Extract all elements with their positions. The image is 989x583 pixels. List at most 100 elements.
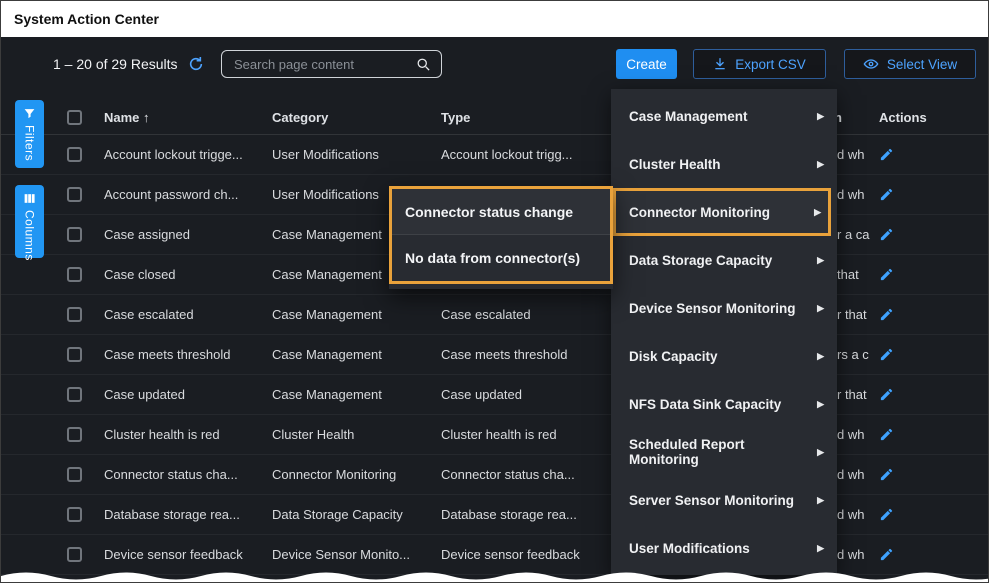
menu-item-device-sensor-monitoring[interactable]: Device Sensor Monitoring ▶ <box>611 284 837 332</box>
edit-pencil-icon[interactable] <box>879 507 894 522</box>
table-row: Device sensor feedback Device Sensor Mon… <box>1 535 988 575</box>
cell-name: Database storage rea... <box>104 495 240 535</box>
column-header-actions: Actions <box>879 101 927 135</box>
row-checkbox[interactable] <box>67 387 82 402</box>
cell-name: Account lockout trigge... <box>104 135 243 175</box>
search-input[interactable] <box>222 57 416 72</box>
column-header-category[interactable]: Category <box>272 101 328 135</box>
row-checkbox[interactable] <box>67 187 82 202</box>
search-icon[interactable] <box>416 57 431 72</box>
edit-pencil-icon[interactable] <box>879 547 894 562</box>
edit-pencil-icon[interactable] <box>879 307 894 322</box>
chevron-right-icon: ▶ <box>817 303 824 314</box>
sidebar-tab-filters[interactable]: Filters <box>15 100 44 168</box>
columns-icon <box>23 192 36 205</box>
sidebar-tab-columns[interactable]: Columns <box>15 185 44 258</box>
table-row: Connector status cha... Connector Monito… <box>1 455 988 495</box>
cell-category: Case Management <box>272 335 382 375</box>
row-checkbox[interactable] <box>67 427 82 442</box>
main-area: 1 – 20 of 29 Results Create Export CSV <box>1 37 988 582</box>
row-checkbox[interactable] <box>67 507 82 522</box>
edit-pencil-icon[interactable] <box>879 147 894 162</box>
menu-item-case-management[interactable]: Case Management ▶ <box>611 92 837 140</box>
menu-item-cluster-health[interactable]: Cluster Health ▶ <box>611 140 837 188</box>
sidebar-tab-label: Filters <box>23 125 37 161</box>
filter-icon <box>23 107 36 120</box>
cell-description-fragment: rs a c <box>837 335 869 375</box>
cell-category: Case Management <box>272 295 382 335</box>
cell-name: Case escalated <box>104 295 194 335</box>
cell-type: Account lockout trigg... <box>441 135 573 175</box>
menu-item-user-modifications[interactable]: User Modifications ▶ <box>611 524 837 572</box>
table-row: Account lockout trigge... User Modificat… <box>1 135 988 175</box>
cell-type: Case meets threshold <box>441 335 567 375</box>
menu-item-server-sensor-monitoring[interactable]: Server Sensor Monitoring ▶ <box>611 476 837 524</box>
edit-pencil-icon[interactable] <box>879 427 894 442</box>
select-view-button[interactable]: Select View <box>844 49 976 79</box>
chevron-right-icon: ▶ <box>817 543 824 554</box>
chevron-right-icon: ▶ <box>817 399 824 410</box>
menu-item-nfs-data-sink-capacity[interactable]: NFS Data Sink Capacity ▶ <box>611 380 837 428</box>
edit-pencil-icon[interactable] <box>879 387 894 402</box>
table-row: Case updated Case Management Case update… <box>1 375 988 415</box>
menu-item-disk-capacity[interactable]: Disk Capacity ▶ <box>611 332 837 380</box>
search-box <box>221 50 442 78</box>
cell-type: Connector status cha... <box>441 455 575 495</box>
row-checkbox[interactable] <box>67 147 82 162</box>
cell-description-fragment: that <box>837 255 859 295</box>
cell-description-fragment: r that <box>837 295 867 335</box>
create-submenu-connector-monitoring: Connector status change No data from con… <box>389 186 613 289</box>
row-checkbox[interactable] <box>67 547 82 562</box>
refresh-icon[interactable] <box>188 56 204 77</box>
edit-pencil-icon[interactable] <box>879 227 894 242</box>
chevron-right-icon: ▶ <box>817 159 824 170</box>
cell-description-fragment: d wh <box>837 455 864 495</box>
chevron-right-icon: ▶ <box>817 255 824 266</box>
cell-type: Cluster health is red <box>441 415 557 455</box>
cell-description-fragment: r a ca <box>837 215 870 255</box>
create-menu: Case Management ▶ Cluster Health ▶ Conne… <box>611 89 837 575</box>
menu-item-connector-monitoring[interactable]: Connector Monitoring ▶ <box>613 188 831 236</box>
edit-pencil-icon[interactable] <box>879 467 894 482</box>
edit-pencil-icon[interactable] <box>879 267 894 282</box>
eye-icon <box>863 56 879 72</box>
highlight-frame: Connector status change No data from con… <box>389 186 613 284</box>
download-icon <box>713 57 727 71</box>
cell-description-fragment: d wh <box>837 495 864 535</box>
cell-name: Connector status cha... <box>104 455 238 495</box>
edit-pencil-icon[interactable] <box>879 347 894 362</box>
cell-category: Case Management <box>272 255 382 295</box>
menu-item-data-storage-capacity[interactable]: Data Storage Capacity ▶ <box>611 236 837 284</box>
cell-category: Connector Monitoring <box>272 455 396 495</box>
table-row: Cluster health is red Cluster Health Clu… <box>1 415 988 455</box>
cell-type: Device sensor feedback <box>441 535 580 575</box>
submenu-item-no-data-from-connectors[interactable]: No data from connector(s) <box>392 235 610 281</box>
cell-name: Case updated <box>104 375 185 415</box>
row-checkbox[interactable] <box>67 267 82 282</box>
cell-description-fragment: d wh <box>837 535 864 575</box>
cell-category: Cluster Health <box>272 415 354 455</box>
row-checkbox[interactable] <box>67 347 82 362</box>
row-checkbox[interactable] <box>67 307 82 322</box>
cell-category: Device Sensor Monito... <box>272 535 410 575</box>
cell-type: Case escalated <box>441 295 531 335</box>
chevron-right-icon: ▶ <box>817 447 824 458</box>
cell-name: Device sensor feedback <box>104 535 243 575</box>
cell-description-fragment: r that <box>837 375 867 415</box>
cell-type: Database storage rea... <box>441 495 577 535</box>
row-checkbox[interactable] <box>67 467 82 482</box>
select-all-checkbox[interactable] <box>67 110 82 125</box>
table-row: Database storage rea... Data Storage Cap… <box>1 495 988 535</box>
menu-item-scheduled-report-monitoring[interactable]: Scheduled Report Monitoring ▶ <box>611 428 837 476</box>
row-checkbox[interactable] <box>67 227 82 242</box>
submenu-item-connector-status-change[interactable]: Connector status change <box>392 189 610 235</box>
cell-name: Account password ch... <box>104 175 238 215</box>
chevron-right-icon: ▶ <box>814 207 821 218</box>
column-header-name[interactable]: Name ↑ <box>104 101 150 135</box>
edit-pencil-icon[interactable] <box>879 187 894 202</box>
column-header-type[interactable]: Type <box>441 101 470 135</box>
cell-category: User Modifications <box>272 135 379 175</box>
create-button[interactable]: Create <box>616 49 677 79</box>
export-csv-button[interactable]: Export CSV <box>693 49 826 79</box>
cell-category: User Modifications <box>272 175 379 215</box>
